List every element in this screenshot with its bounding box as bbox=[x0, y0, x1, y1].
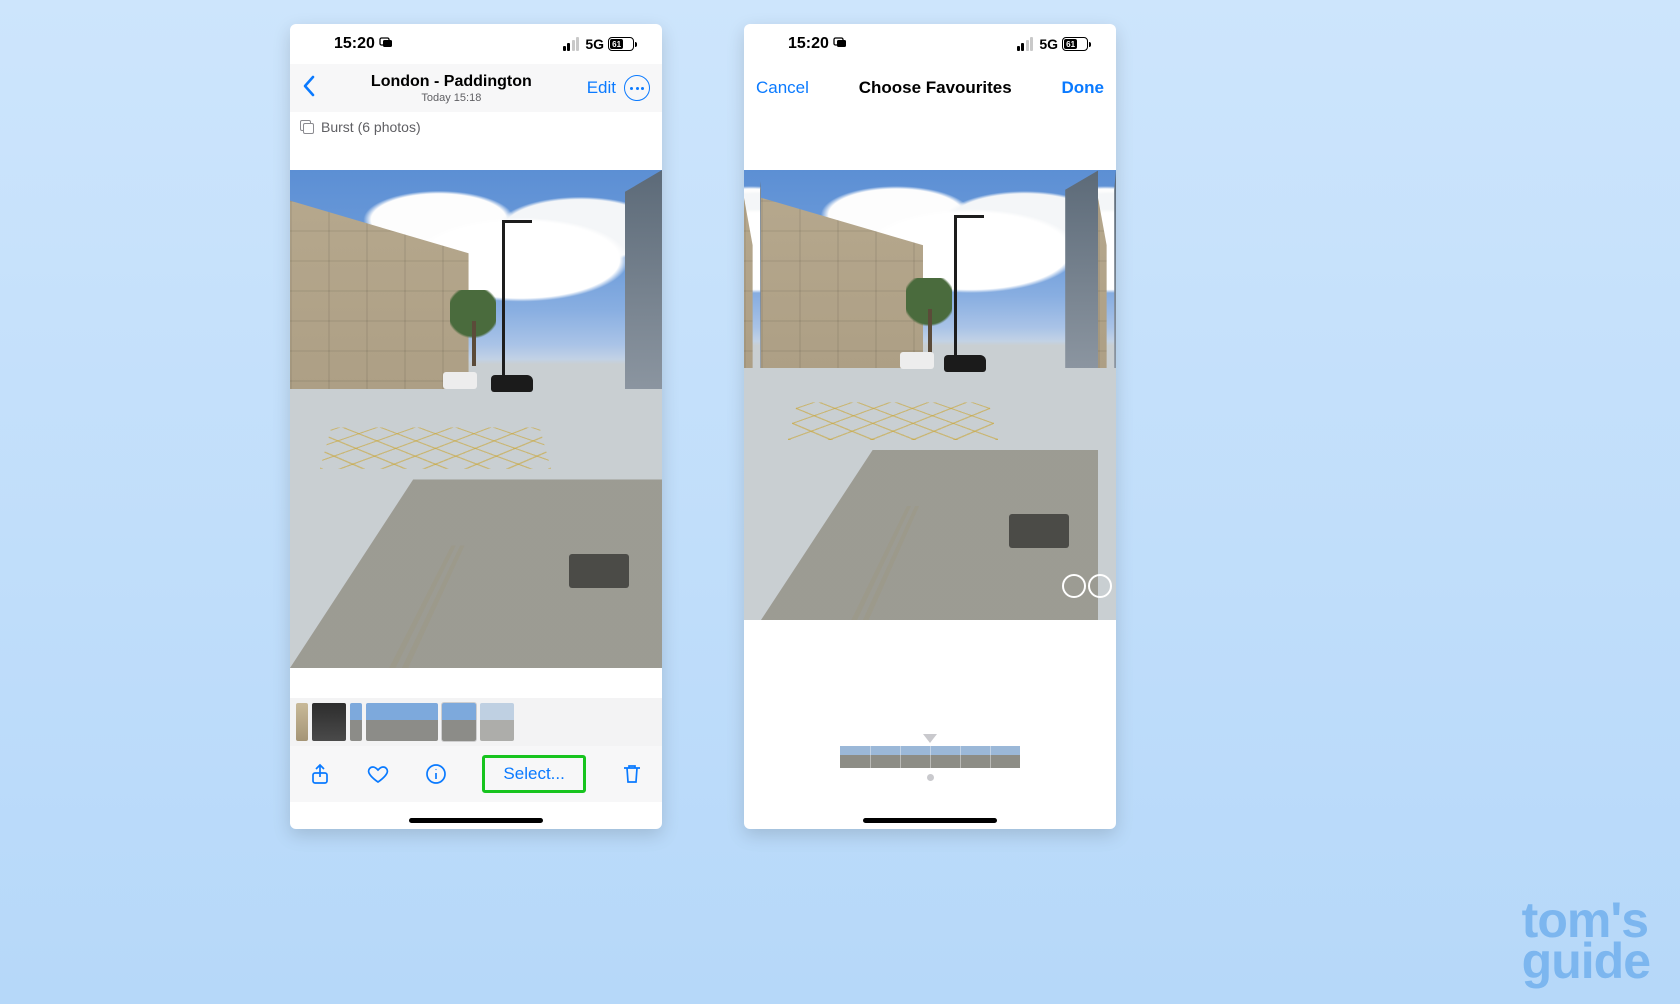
nav-title: London - Paddington bbox=[316, 73, 587, 91]
select-button[interactable]: Select... bbox=[482, 755, 585, 793]
carousel-photo[interactable] bbox=[761, 170, 1099, 620]
status-time: 15:20 bbox=[788, 35, 829, 53]
edit-button[interactable]: Edit bbox=[587, 78, 616, 98]
share-button[interactable] bbox=[308, 762, 332, 786]
network-label: 5G bbox=[585, 36, 604, 52]
nav-subtitle: Today 15:18 bbox=[316, 92, 587, 104]
select-circle-icon[interactable] bbox=[1062, 574, 1086, 598]
thumb[interactable] bbox=[296, 703, 308, 741]
filmstrip[interactable] bbox=[840, 746, 1020, 768]
thumb[interactable] bbox=[480, 703, 514, 741]
favourite-button[interactable] bbox=[366, 762, 390, 786]
info-button[interactable] bbox=[424, 762, 448, 786]
filmstrip-thumb[interactable] bbox=[990, 746, 1020, 768]
favourites-carousel[interactable] bbox=[744, 112, 1116, 678]
done-button[interactable]: Done bbox=[1062, 78, 1105, 98]
filmstrip-thumb[interactable] bbox=[840, 746, 870, 768]
phone-screenshot-right: 15:20 5G 61 Cancel Choose Favourites Don… bbox=[744, 24, 1116, 829]
phone-screenshot-left: 15:20 5G 61 London - Paddington Today 15… bbox=[290, 24, 662, 829]
more-button[interactable] bbox=[624, 75, 650, 101]
back-button[interactable] bbox=[302, 75, 316, 102]
burst-stack-icon bbox=[300, 120, 315, 135]
photo-viewer[interactable] bbox=[290, 142, 662, 698]
nav-title-block: London - Paddington Today 15:18 bbox=[316, 73, 587, 104]
signal-bars-icon bbox=[1017, 37, 1034, 51]
battery-icon: 61 bbox=[1062, 37, 1088, 51]
burst-info-row[interactable]: Burst (6 photos) bbox=[290, 112, 662, 142]
cancel-button[interactable]: Cancel bbox=[756, 78, 809, 98]
thumbnail-strip[interactable] bbox=[290, 698, 662, 746]
battery-icon: 61 bbox=[608, 37, 634, 51]
burst-label: Burst (6 photos) bbox=[321, 119, 421, 135]
home-indicator[interactable] bbox=[863, 818, 997, 823]
bottom-toolbar: Select... bbox=[290, 746, 662, 802]
nav-bar: Cancel Choose Favourites Done bbox=[744, 64, 1116, 112]
status-bar: 15:20 5G 61 bbox=[290, 24, 662, 64]
delete-button[interactable] bbox=[620, 762, 644, 786]
thumb[interactable] bbox=[350, 703, 362, 741]
network-label: 5G bbox=[1039, 36, 1058, 52]
carousel-next-peek[interactable] bbox=[1098, 170, 1116, 620]
carousel-prev-peek[interactable] bbox=[744, 170, 762, 620]
filmstrip-area bbox=[744, 678, 1116, 781]
watermark-line: guide bbox=[1522, 941, 1650, 982]
caret-down-icon bbox=[923, 734, 937, 743]
filmstrip-thumb[interactable] bbox=[900, 746, 930, 768]
watermark-logo: tom's guide bbox=[1522, 900, 1650, 982]
status-bar: 15:20 5G 61 bbox=[744, 24, 1116, 64]
home-indicator[interactable] bbox=[409, 818, 543, 823]
thumb[interactable] bbox=[312, 703, 346, 741]
filmstrip-thumb[interactable] bbox=[930, 746, 960, 768]
thumb-current[interactable] bbox=[442, 703, 476, 741]
signal-bars-icon bbox=[563, 37, 580, 51]
dual-sim-icon bbox=[833, 35, 847, 53]
dual-sim-icon bbox=[379, 35, 393, 53]
select-circle-icon[interactable] bbox=[1088, 574, 1112, 598]
filmstrip-thumb[interactable] bbox=[960, 746, 990, 768]
status-time: 15:20 bbox=[334, 35, 375, 53]
filmstrip-dot-indicator bbox=[927, 774, 934, 781]
filmstrip-thumb[interactable] bbox=[870, 746, 900, 768]
burst-thumb-cluster[interactable] bbox=[366, 703, 438, 741]
photo-main bbox=[290, 170, 662, 668]
nav-bar: London - Paddington Today 15:18 Edit bbox=[290, 64, 662, 112]
nav-title: Choose Favourites bbox=[809, 78, 1062, 98]
